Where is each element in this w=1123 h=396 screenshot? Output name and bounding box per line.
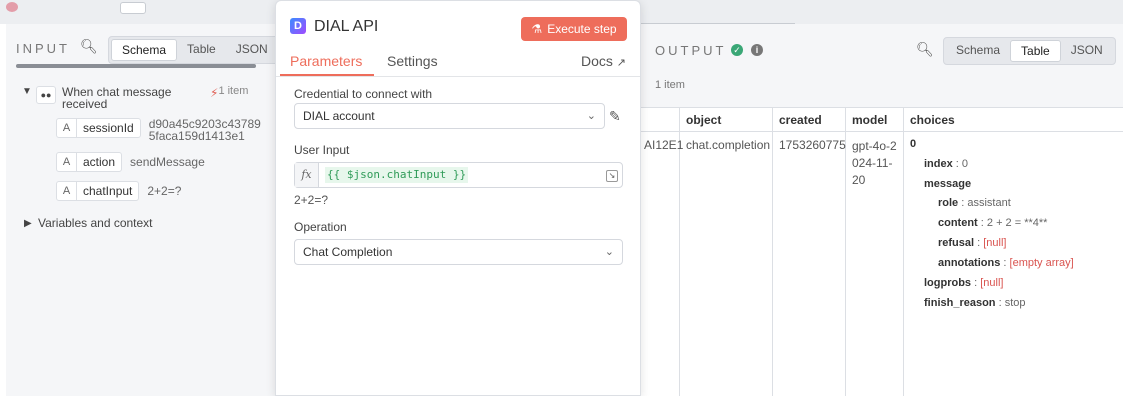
operation-value: Chat Completion <box>303 245 393 259</box>
column-header: object <box>680 108 772 132</box>
input-view-schema[interactable]: Schema <box>111 39 178 61</box>
tree-node: finish_reason : stop <box>924 297 1026 309</box>
column-header: model <box>846 108 903 132</box>
tab-parameters[interactable]: Parameters <box>290 53 362 69</box>
table-column: AI12E1 <box>638 108 684 396</box>
node-modal: D DIAL API ⚗︎ Execute step Parameters Se… <box>275 0 641 396</box>
credential-value: DIAL account <box>303 109 375 123</box>
field-key: chatInput <box>83 184 133 198</box>
flask-icon: ⚗︎ <box>531 22 543 36</box>
output-title: OUTPUT <box>655 43 727 58</box>
tree-node: refusal : [null] <box>938 237 1007 249</box>
table-cell: AI12E1 <box>644 138 684 152</box>
field-pill: Aaction <box>56 152 123 172</box>
field-value: d90a45c9203c43789 5faca159d1413e1 <box>148 117 261 143</box>
table-column: choices 0 index : 0 message role : assis… <box>904 108 1123 396</box>
lightning-icon: ⚡︎ <box>210 86 219 100</box>
output-view-json[interactable]: JSON <box>1061 40 1113 62</box>
modal-title: DIAL API <box>314 18 379 35</box>
chevron-down-icon[interactable]: ▼ <box>22 86 36 97</box>
table-column: object chat.completion <box>680 108 773 396</box>
dial-logo-icon: D <box>290 18 306 34</box>
string-type-icon: A <box>57 153 77 171</box>
table-cell: gpt-4o-2024-11-20 <box>852 139 897 187</box>
column-header <box>638 108 679 132</box>
edit-credential-icon[interactable]: ✎ <box>609 108 621 125</box>
search-icon[interactable]: 🔍︎ <box>80 38 98 55</box>
tree-node: annotations : [empty array] <box>938 257 1074 269</box>
output-view-table[interactable]: Table <box>1010 40 1061 62</box>
input-panel: INPUT 🔍︎ Schema Table JSON ▼ ●● When cha… <box>6 24 282 396</box>
input-view-table[interactable]: Table <box>177 39 226 61</box>
node-item-count: 1 item <box>218 85 249 97</box>
node-name: When chat message received <box>62 85 172 111</box>
input-view-toggle: Schema Table JSON <box>108 36 281 64</box>
field-key: sessionId <box>83 121 134 135</box>
app-logo-icon <box>6 2 18 12</box>
tree-node: 0 <box>910 138 917 150</box>
field-pill: AsessionId <box>56 118 141 138</box>
tree-node: logprobs : [null] <box>924 277 1004 289</box>
column-header: created <box>773 108 845 132</box>
field-pill: AchatInput <box>56 181 140 201</box>
scrollbar-thumb[interactable] <box>16 64 256 68</box>
user-input-expression[interactable]: fx {{ $json.chatInput }} ↘ <box>294 162 623 188</box>
expression-preview: 2+2=? <box>294 193 329 207</box>
chevron-down-icon: ⌄ <box>604 246 614 258</box>
operation-label: Operation <box>294 220 347 234</box>
variables-context-row[interactable]: ▶ Variables and context <box>24 216 153 230</box>
chat-icon: ●● <box>36 86 56 104</box>
node-row[interactable]: ▼ ●● When chat message received ⚡︎ 1 ite… <box>22 85 249 111</box>
schema-field[interactable]: AsessionId d90a45c9203c43789 5faca159d14… <box>56 118 269 142</box>
expression-code: {{ $json.chatInput }} <box>325 167 469 183</box>
field-value: 2+2=? <box>147 184 182 198</box>
output-view-schema[interactable]: Schema <box>946 40 1010 62</box>
schema-field[interactable]: AchatInput 2+2=? <box>56 181 181 201</box>
field-value: sendMessage <box>130 155 205 169</box>
output-item-count: 1 item <box>655 79 685 91</box>
variables-label: Variables and context <box>38 216 153 230</box>
operation-select[interactable]: Chat Completion ⌄ <box>294 239 623 265</box>
string-type-icon: A <box>57 182 77 200</box>
table-column: model gpt-4o-2024-11-20 <box>846 108 904 396</box>
input-title: INPUT <box>16 41 70 56</box>
tab-settings[interactable]: Settings <box>387 53 438 69</box>
output-view-toggle: Schema Table JSON <box>943 37 1116 65</box>
tabs-divider <box>640 12 795 24</box>
input-view-json[interactable]: JSON <box>226 39 278 61</box>
credential-label: Credential to connect with <box>294 87 433 101</box>
horizontal-scrollbar[interactable] <box>6 64 276 68</box>
schema-field[interactable]: Aaction sendMessage <box>56 152 205 172</box>
tree-node: index : 0 <box>924 158 969 170</box>
info-icon[interactable]: i <box>751 44 763 56</box>
execute-step-label: Execute step <box>547 22 617 36</box>
expand-icon[interactable]: ↘ <box>606 170 618 182</box>
string-type-icon: A <box>57 119 77 137</box>
external-link-icon: ↗ <box>616 57 627 69</box>
output-table: AI12E1 object chat.completion created 17… <box>638 107 1123 396</box>
chevron-right-icon[interactable]: ▶ <box>24 218 38 229</box>
tree-node: content : 2 + 2 = **4** <box>938 217 1048 229</box>
credential-select[interactable]: DIAL account ⌄ <box>294 103 605 129</box>
search-icon[interactable]: 🔍︎ <box>916 41 934 58</box>
docs-link[interactable]: Docs ↗ <box>581 53 626 69</box>
table-cell: 1753260775 <box>779 138 846 152</box>
table-column: created 1753260775 <box>773 108 846 396</box>
column-header: choices <box>904 108 1123 132</box>
field-key: action <box>83 155 116 169</box>
user-input-label: User Input <box>294 143 350 157</box>
output-panel: OUTPUT ✓ i 🔍︎ Schema Table JSON 1 item A… <box>638 24 1123 396</box>
execute-step-button[interactable]: ⚗︎ Execute step <box>521 17 627 41</box>
fx-icon: fx <box>295 163 319 187</box>
tree-node: message <box>924 178 972 190</box>
chevron-down-icon: ⌄ <box>586 110 596 122</box>
tree-node: role : assistant <box>938 197 1011 209</box>
toolbar-button[interactable] <box>120 2 146 14</box>
success-check-icon: ✓ <box>731 44 743 56</box>
tabs-divider <box>276 76 640 77</box>
table-cell: chat.completion <box>686 138 771 152</box>
